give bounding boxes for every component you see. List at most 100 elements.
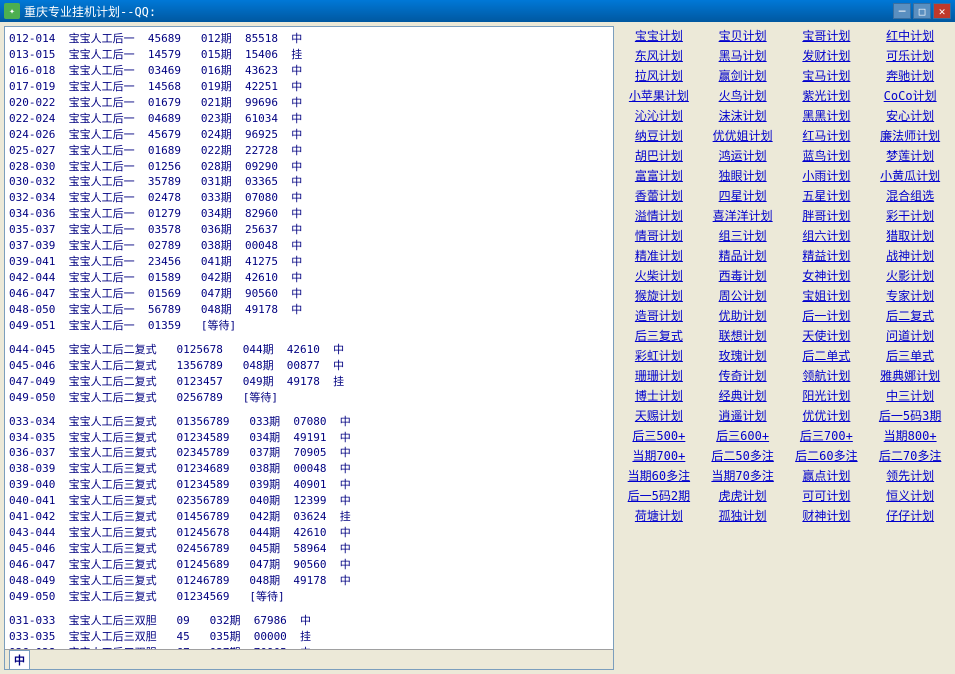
minimize-button[interactable]: ─ <box>893 3 911 19</box>
plan-link[interactable]: 当期700+ <box>618 446 700 465</box>
plan-link[interactable]: 财神计划 <box>786 506 868 525</box>
plan-link[interactable]: 红马计划 <box>786 126 868 145</box>
plan-link[interactable]: 沁沁计划 <box>618 106 700 125</box>
plan-link[interactable]: 火影计划 <box>869 266 951 285</box>
plan-link[interactable]: 可乐计划 <box>869 46 951 65</box>
plan-link[interactable]: 领航计划 <box>786 366 868 385</box>
plan-link[interactable]: 逍遥计划 <box>702 406 784 425</box>
plan-link[interactable]: 精益计划 <box>786 246 868 265</box>
plan-link[interactable]: 后一计划 <box>786 306 868 325</box>
plan-link[interactable]: 纳豆计划 <box>618 126 700 145</box>
plan-link[interactable]: 当期70多注 <box>702 466 784 485</box>
plan-link[interactable]: 黑黑计划 <box>786 106 868 125</box>
plan-link[interactable]: 香蕾计划 <box>618 186 700 205</box>
plan-link[interactable]: 猴旋计划 <box>618 286 700 305</box>
plan-link[interactable]: 彩干计划 <box>869 206 951 225</box>
plan-link[interactable]: 东风计划 <box>618 46 700 65</box>
plan-link[interactable]: 传奇计划 <box>702 366 784 385</box>
plan-link[interactable]: 猎取计划 <box>869 226 951 245</box>
plan-link[interactable]: 联想计划 <box>702 326 784 345</box>
plan-link[interactable]: 天使计划 <box>786 326 868 345</box>
plan-link[interactable]: 红中计划 <box>869 26 951 45</box>
plan-link[interactable]: 黑马计划 <box>702 46 784 65</box>
plan-link[interactable]: 发财计划 <box>786 46 868 65</box>
plan-link[interactable]: 蓝鸟计划 <box>786 146 868 165</box>
plan-link[interactable]: 胖哥计划 <box>786 206 868 225</box>
plan-link[interactable]: 情哥计划 <box>618 226 700 245</box>
plan-link[interactable]: 精准计划 <box>618 246 700 265</box>
plan-link[interactable]: 荷塘计划 <box>618 506 700 525</box>
plan-link[interactable]: 后三700+ <box>786 426 868 445</box>
plan-link[interactable]: 四星计划 <box>702 186 784 205</box>
plan-link[interactable]: 鸿运计划 <box>702 146 784 165</box>
plan-link[interactable]: 彩虹计划 <box>618 346 700 365</box>
plan-link[interactable]: 后三单式 <box>869 346 951 365</box>
plan-link[interactable]: 火鸟计划 <box>702 86 784 105</box>
plan-link[interactable]: 拉风计划 <box>618 66 700 85</box>
plan-link[interactable]: 女神计划 <box>786 266 868 285</box>
plan-link[interactable]: 喜洋洋计划 <box>702 206 784 225</box>
plan-link[interactable]: 小苹果计划 <box>618 86 700 105</box>
maximize-button[interactable]: □ <box>913 3 931 19</box>
plan-link[interactable]: 后二70多注 <box>869 446 951 465</box>
plan-link[interactable]: 后二复式 <box>869 306 951 325</box>
plan-link[interactable]: 宝姐计划 <box>786 286 868 305</box>
plan-link[interactable]: 西毒计划 <box>702 266 784 285</box>
plan-link[interactable]: 仔仔计划 <box>869 506 951 525</box>
plan-link[interactable]: 专家计划 <box>869 286 951 305</box>
plan-link[interactable]: 五星计划 <box>786 186 868 205</box>
plan-link[interactable]: 雅典娜计划 <box>869 366 951 385</box>
plan-link[interactable]: 领先计划 <box>869 466 951 485</box>
plan-link[interactable]: 后三500+ <box>618 426 700 445</box>
plan-link[interactable]: 奔驰计划 <box>869 66 951 85</box>
plan-link[interactable]: 后二单式 <box>786 346 868 365</box>
plan-link[interactable]: 后三复式 <box>618 326 700 345</box>
plan-link[interactable]: 火柴计划 <box>618 266 700 285</box>
plan-link[interactable]: 小黄瓜计划 <box>869 166 951 185</box>
plan-link[interactable]: 富富计划 <box>618 166 700 185</box>
plan-link[interactable]: 周公计划 <box>702 286 784 305</box>
plan-link[interactable]: 精品计划 <box>702 246 784 265</box>
plan-link[interactable]: 天赐计划 <box>618 406 700 425</box>
plan-link[interactable]: 宝马计划 <box>786 66 868 85</box>
plan-link[interactable]: 赢剑计划 <box>702 66 784 85</box>
plan-link[interactable]: 恒义计划 <box>869 486 951 505</box>
plan-link[interactable]: 优优姐计划 <box>702 126 784 145</box>
plan-link[interactable]: 后二60多注 <box>786 446 868 465</box>
data-scroll-area[interactable]: 012-014 宝宝人工后一 45689 012期 85518 中013-015… <box>5 27 613 669</box>
plan-link[interactable]: 虎虎计划 <box>702 486 784 505</box>
plan-link[interactable]: 宝宝计划 <box>618 26 700 45</box>
plan-link[interactable]: 玫瑰计划 <box>702 346 784 365</box>
plan-link[interactable]: 小雨计划 <box>786 166 868 185</box>
plan-link[interactable]: 胡巴计划 <box>618 146 700 165</box>
plan-link[interactable]: 问道计划 <box>869 326 951 345</box>
plan-link[interactable]: 当期800+ <box>869 426 951 445</box>
plan-link[interactable]: 紫光计划 <box>786 86 868 105</box>
plan-link[interactable]: 廉法师计划 <box>869 126 951 145</box>
plan-link[interactable]: 独眼计划 <box>702 166 784 185</box>
plan-link[interactable]: CoCo计划 <box>869 86 951 105</box>
plan-link[interactable]: 组三计划 <box>702 226 784 245</box>
plan-link[interactable]: 后二50多注 <box>702 446 784 465</box>
plan-link[interactable]: 梦莲计划 <box>869 146 951 165</box>
plan-link[interactable]: 珊珊计划 <box>618 366 700 385</box>
plan-link[interactable]: 后一5码2期 <box>618 486 700 505</box>
plan-link[interactable]: 博士计划 <box>618 386 700 405</box>
plan-link[interactable]: 经典计划 <box>702 386 784 405</box>
plan-link[interactable]: 组六计划 <box>786 226 868 245</box>
plan-link[interactable]: 阳光计划 <box>786 386 868 405</box>
plan-link[interactable]: 混合组选 <box>869 186 951 205</box>
plan-link[interactable]: 后三600+ <box>702 426 784 445</box>
plan-link[interactable]: 赢点计划 <box>786 466 868 485</box>
plan-link[interactable]: 孤独计划 <box>702 506 784 525</box>
plan-link[interactable]: 宝哥计划 <box>786 26 868 45</box>
plan-link[interactable]: 安心计划 <box>869 106 951 125</box>
plan-link[interactable]: 中三计划 <box>869 386 951 405</box>
plan-link[interactable]: 宝贝计划 <box>702 26 784 45</box>
plan-link[interactable]: 当期60多注 <box>618 466 700 485</box>
plan-link[interactable]: 后一5码3期 <box>869 406 951 425</box>
plan-link[interactable]: 战神计划 <box>869 246 951 265</box>
plan-link[interactable]: 造哥计划 <box>618 306 700 325</box>
plan-link[interactable]: 沫沫计划 <box>702 106 784 125</box>
plan-link[interactable]: 优助计划 <box>702 306 784 325</box>
